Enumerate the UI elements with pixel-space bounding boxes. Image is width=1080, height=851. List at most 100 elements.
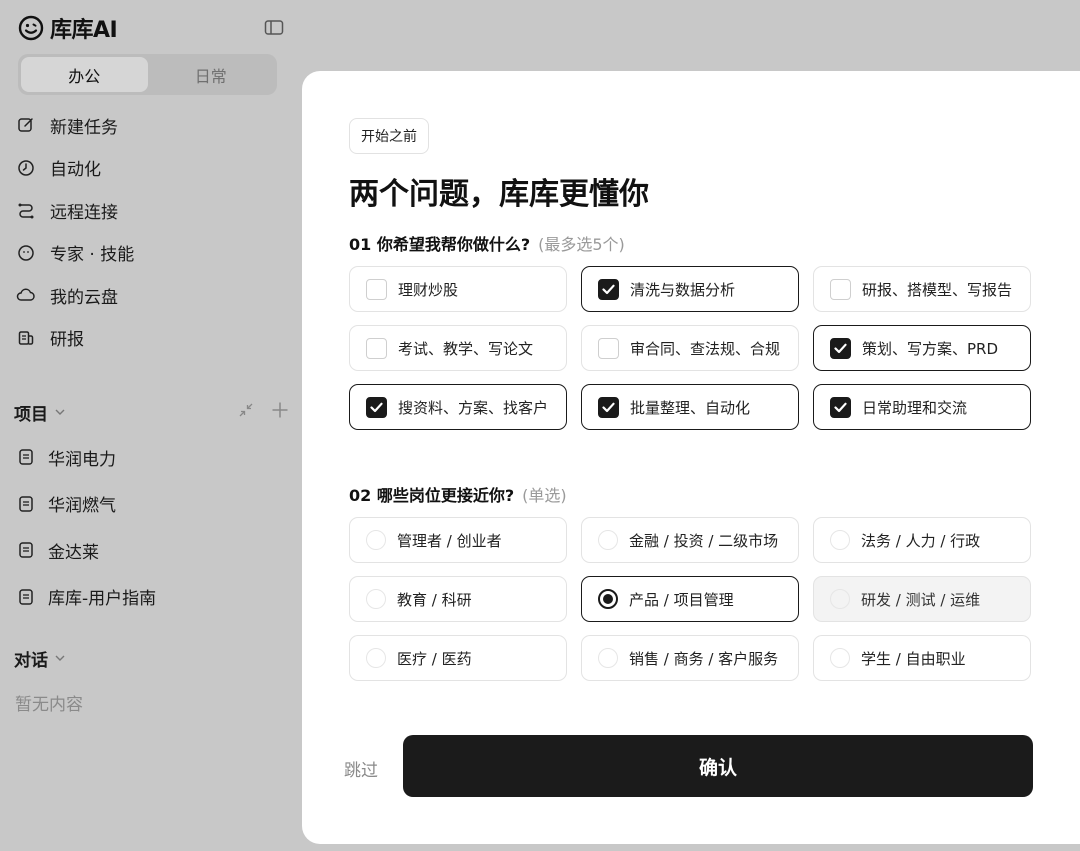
q1-option-label: 日常助理和交流 [862, 398, 968, 417]
route-icon [16, 200, 36, 220]
question-2-title: 02 哪些岗位更接近你? (单选) [349, 482, 567, 506]
modal-title: 两个问题，库库更懂你 [349, 177, 649, 212]
mode-tab-office[interactable]: 办公 [21, 57, 148, 92]
q2-option[interactable]: 研发 / 测试 / 运维 [813, 576, 1031, 622]
checkbox[interactable] [598, 337, 619, 359]
q2-option[interactable]: 教育 / 科研 [349, 576, 567, 622]
checkbox[interactable] [598, 396, 619, 418]
collapse-arrows-icon[interactable] [237, 401, 255, 424]
main-nav: 新建任务 自动化 远程连接 专家 · 技能 我的云盘 研报 [16, 104, 286, 359]
project-item[interactable]: 华润电力 [16, 434, 286, 481]
nav-item-cloud[interactable]: 我的云盘 [16, 274, 286, 317]
q2-option-label: 学生 / 自由职业 [861, 649, 966, 668]
q1-option[interactable]: 理财炒股 [349, 266, 567, 312]
q2-option[interactable]: 管理者 / 创业者 [349, 517, 567, 563]
q2-option[interactable]: 法务 / 人力 / 行政 [813, 517, 1031, 563]
mode-tab-daily[interactable]: 日常 [148, 57, 275, 92]
brand-smile-logo-icon [18, 15, 44, 41]
radio[interactable] [366, 648, 386, 668]
document-icon [16, 447, 36, 467]
nav-item-label: 新建任务 [50, 117, 118, 138]
nav-item-label: 我的云盘 [50, 287, 118, 308]
sidebar-toggle-button[interactable] [264, 19, 284, 37]
document-icon [16, 540, 36, 560]
checkbox[interactable] [366, 396, 387, 418]
radio[interactable] [830, 530, 850, 550]
confirm-button[interactable]: 确认 [403, 735, 1033, 797]
chats-label: 对话 [14, 650, 48, 671]
checkbox[interactable] [830, 278, 851, 300]
q1-option-label: 搜资料、方案、找客户 [398, 398, 549, 417]
cloud-icon [16, 285, 36, 305]
q2-option[interactable]: 销售 / 商务 / 客户服务 [581, 635, 799, 681]
checkbox[interactable] [830, 396, 851, 418]
chats-section-header[interactable]: 对话 [14, 646, 289, 671]
chevron-down-icon [54, 648, 66, 668]
checkbox[interactable] [830, 337, 851, 359]
document-icon [16, 587, 36, 607]
project-item[interactable]: 库库-用户指南 [16, 574, 286, 621]
q2-option[interactable]: 产品 / 项目管理 [581, 576, 799, 622]
project-item[interactable]: 华润燃气 [16, 481, 286, 528]
project-item-label: 金达莱 [48, 542, 99, 563]
radio[interactable] [830, 589, 850, 609]
question-2-text: 02 哪些岗位更接近你? [349, 486, 515, 505]
add-project-icon[interactable] [271, 401, 289, 424]
nav-item-report[interactable]: 研报 [16, 317, 286, 360]
checkbox[interactable] [366, 278, 387, 300]
q1-option[interactable]: 日常助理和交流 [813, 384, 1031, 430]
q1-option-label: 策划、写方案、PRD [862, 339, 999, 358]
checkmark-icon [834, 343, 847, 353]
brand[interactable]: 库库AI [18, 14, 118, 43]
q2-option-label: 教育 / 科研 [397, 590, 472, 609]
nav-item-new-task[interactable]: 新建任务 [16, 104, 286, 147]
q1-option[interactable]: 批量整理、自动化 [581, 384, 799, 430]
skip-button[interactable]: 跳过 [344, 756, 378, 781]
nav-item-experts[interactable]: 专家 · 技能 [16, 232, 286, 275]
q2-option-label: 法务 / 人力 / 行政 [861, 531, 981, 550]
radio[interactable] [366, 589, 386, 609]
radio[interactable] [598, 589, 618, 609]
nav-item-label: 自动化 [50, 160, 101, 181]
report-icon [16, 328, 36, 348]
q1-option-label: 审合同、查法规、合规 [630, 339, 781, 358]
projects-section-header[interactable]: 项目 [14, 400, 289, 425]
project-item-label: 库库-用户指南 [48, 589, 157, 610]
q2-option[interactable]: 医疗 / 医药 [349, 635, 567, 681]
checkmark-icon [602, 402, 615, 412]
question-1-hint: (最多选5个) [538, 235, 625, 254]
chats-empty-text: 暂无内容 [15, 695, 83, 715]
radio[interactable] [598, 530, 618, 550]
before-start-badge: 开始之前 [349, 118, 429, 154]
radio[interactable] [830, 648, 850, 668]
sidebar-panel-icon [264, 20, 284, 35]
question-2-options: 管理者 / 创业者 金融 / 投资 / 二级市场 法务 / 人力 / 行政 教育… [349, 517, 1031, 681]
q1-option[interactable]: 清洗与数据分析 [581, 266, 799, 312]
question-1-title: 01 你希望我帮你做什么? (最多选5个) [349, 231, 625, 255]
q2-option-label: 医疗 / 医药 [397, 649, 472, 668]
checkbox[interactable] [598, 278, 619, 300]
radio[interactable] [366, 530, 386, 550]
nav-item-remote[interactable]: 远程连接 [16, 189, 286, 232]
q1-option-label: 考试、教学、写论文 [398, 339, 534, 358]
q1-option[interactable]: 策划、写方案、PRD [813, 325, 1031, 371]
q2-option[interactable]: 金融 / 投资 / 二级市场 [581, 517, 799, 563]
project-item-label: 华润电力 [48, 449, 116, 470]
q1-option[interactable]: 研报、搭模型、写报告 [813, 266, 1031, 312]
projects-label: 项目 [14, 404, 48, 425]
q1-option[interactable]: 审合同、查法规、合规 [581, 325, 799, 371]
project-item[interactable]: 金达莱 [16, 527, 286, 574]
question-1-text: 01 你希望我帮你做什么? [349, 235, 531, 254]
q1-option[interactable]: 考试、教学、写论文 [349, 325, 567, 371]
q1-option-label: 批量整理、自动化 [630, 398, 751, 417]
clock-icon [16, 158, 36, 178]
checkbox[interactable] [366, 337, 387, 359]
q1-option[interactable]: 搜资料、方案、找客户 [349, 384, 567, 430]
nav-item-automation[interactable]: 自动化 [16, 147, 286, 190]
q2-option[interactable]: 学生 / 自由职业 [813, 635, 1031, 681]
mode-switch: 办公 日常 [18, 54, 277, 95]
radio[interactable] [598, 648, 618, 668]
q1-option-label: 研报、搭模型、写报告 [862, 280, 1013, 299]
q2-option-label: 研发 / 测试 / 运维 [861, 590, 981, 609]
checkmark-icon [834, 402, 847, 412]
